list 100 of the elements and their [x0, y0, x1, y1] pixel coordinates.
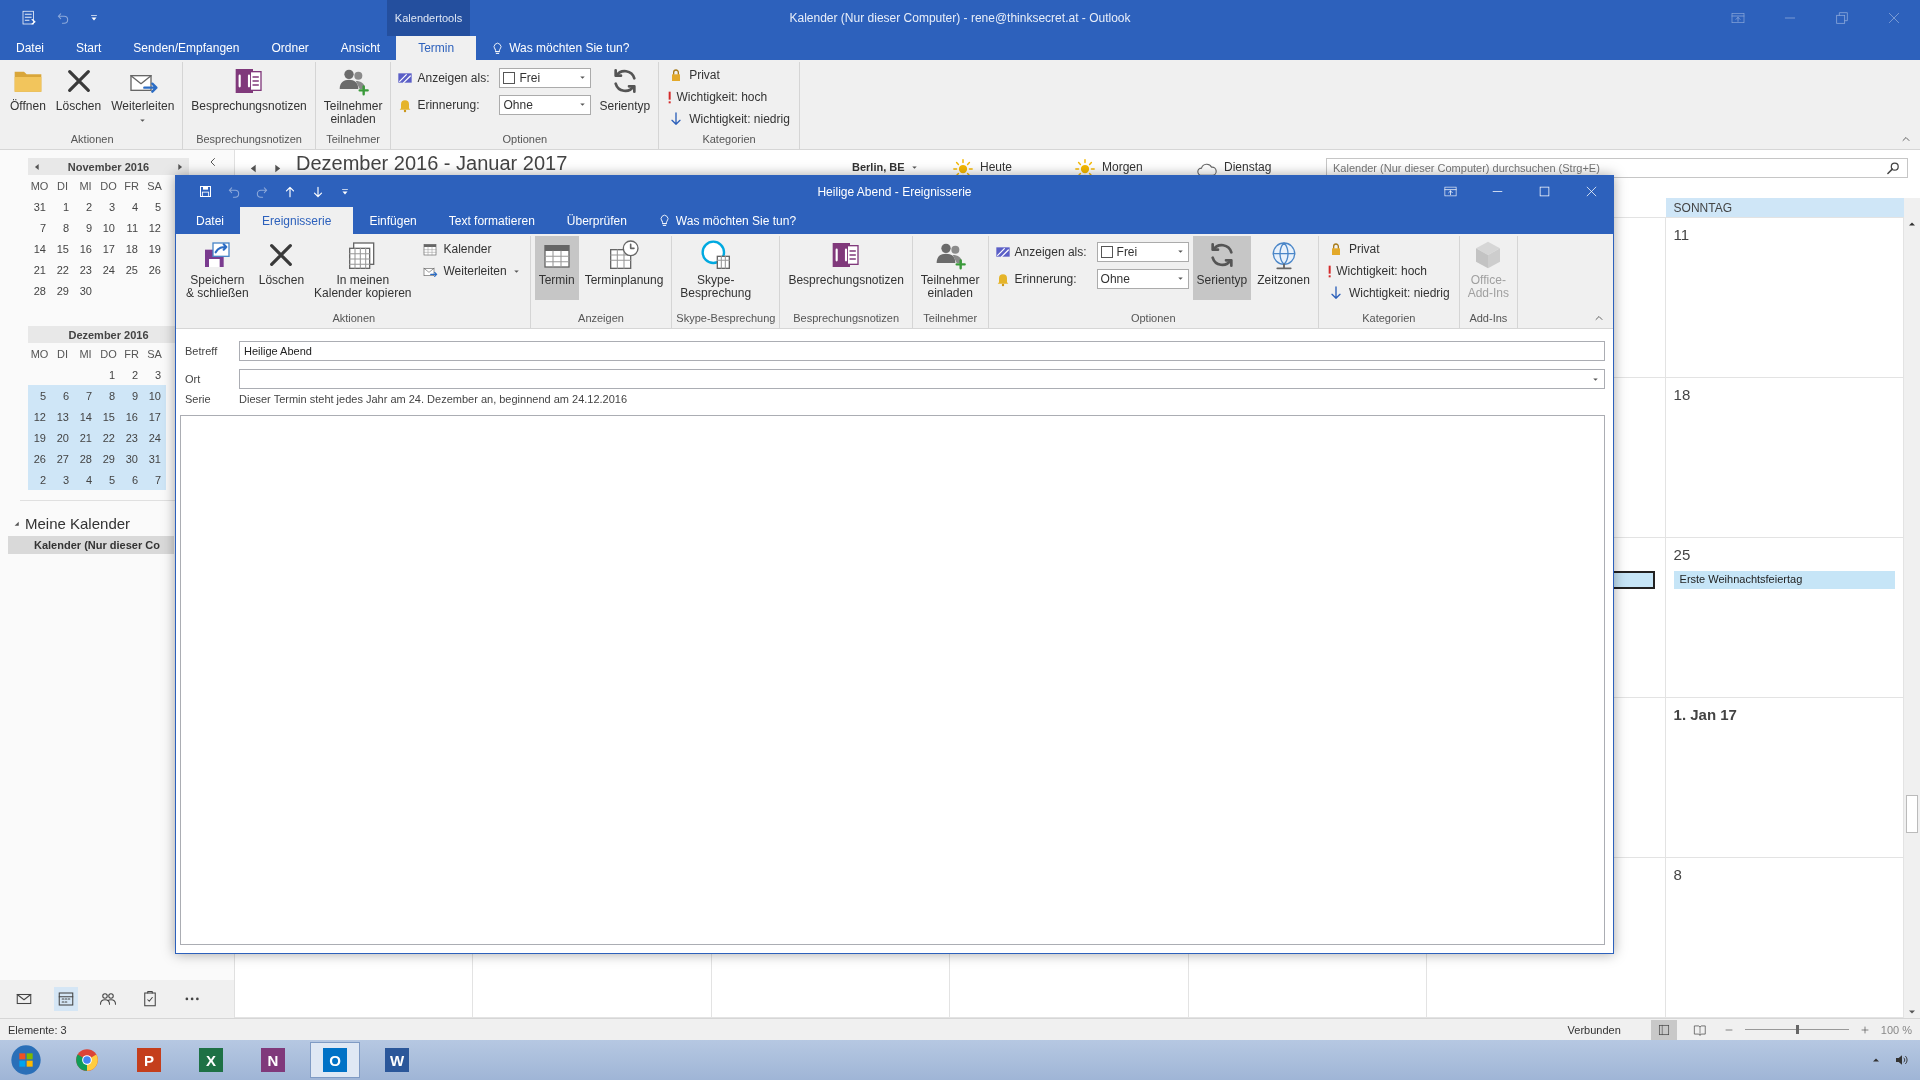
- day-number[interactable]: 19: [28, 431, 51, 444]
- day-number[interactable]: 20: [51, 431, 74, 444]
- day-number[interactable]: 4: [120, 200, 143, 213]
- week-row[interactable]: 19 20 21 22 23 24: [28, 427, 166, 448]
- redo-icon[interactable]: [255, 184, 269, 199]
- day-number[interactable]: 14: [28, 242, 51, 255]
- calendar-folder-item[interactable]: Kalender (Nur dieser Co: [8, 536, 174, 554]
- ribbon-button[interactable]: Weiterleiten: [107, 62, 179, 127]
- ribbon-tab[interactable]: Datei: [0, 36, 60, 60]
- ribbon-button[interactable]: Speichern & schließen: [182, 236, 253, 302]
- day-number[interactable]: 23: [120, 431, 143, 444]
- week-row[interactable]: 1 2 3: [28, 364, 166, 385]
- day-number[interactable]: 3: [143, 368, 166, 381]
- ribbon-button[interactable]: Terminplanung: [580, 236, 668, 300]
- day-number[interactable]: 29: [97, 452, 120, 465]
- ribbon-button[interactable]: Weiterleiten: [419, 261, 524, 281]
- taskbar-button[interactable]: W: [372, 1042, 422, 1078]
- taskbar-button[interactable]: P: [124, 1042, 174, 1078]
- day-number[interactable]: 10: [143, 389, 166, 402]
- day-number[interactable]: 1: [97, 368, 120, 381]
- search-field[interactable]: Kalender (Nur dieser Computer) durchsuchen (Strg+E): [1326, 158, 1908, 178]
- day-number[interactable]: 5: [97, 473, 120, 486]
- day-number[interactable]: 9: [74, 221, 97, 234]
- ribbon-button[interactable]: Serientyp: [1192, 236, 1252, 300]
- dropdown[interactable]: Ohne: [1096, 268, 1189, 289]
- ribbon-button[interactable]: Löschen: [254, 236, 309, 300]
- day-number[interactable]: 13: [51, 410, 74, 423]
- ribbon-button[interactable]: Serientyp: [595, 62, 655, 126]
- scroll-thumb[interactable]: [1906, 795, 1918, 833]
- ribbon-button[interactable]: Skype- Besprechung: [676, 236, 756, 302]
- ribbon-button[interactable]: Kalender: [419, 239, 524, 259]
- day-number[interactable]: 21: [28, 263, 51, 276]
- day-number[interactable]: 17: [97, 242, 120, 255]
- location-selector[interactable]: Berlin, BE: [852, 161, 952, 173]
- day-number[interactable]: 19: [143, 242, 166, 255]
- day-number[interactable]: 8: [97, 389, 120, 402]
- week-row[interactable]: 31 1 2 3 4 5: [28, 196, 166, 217]
- ribbon-button[interactable]: Besprechungsnotizen: [784, 236, 908, 300]
- day-number[interactable]: 10: [97, 221, 120, 234]
- week-row[interactable]: 21 22 23 24 25 26: [28, 259, 166, 280]
- day-number[interactable]: 2: [28, 473, 51, 486]
- ribbon-tab[interactable]: Text formatieren: [432, 207, 551, 234]
- event[interactable]: Erste Weihnachtsfeiertag: [1673, 571, 1895, 589]
- nav-button[interactable]: [54, 987, 78, 1011]
- save-icon[interactable]: [198, 184, 213, 199]
- undo-icon[interactable]: [227, 184, 241, 199]
- ribbon-button[interactable]: Privat: [665, 65, 793, 85]
- day-number[interactable]: 30: [120, 452, 143, 465]
- week-row[interactable]: 2 3 4 5 6 7: [28, 469, 166, 490]
- ribbon-tab[interactable]: Ereignisserie: [240, 207, 354, 234]
- day-number[interactable]: 1: [51, 200, 74, 213]
- scrollbar[interactable]: [1904, 198, 1920, 1018]
- day-number[interactable]: 31: [143, 452, 166, 465]
- view-button[interactable]: [1650, 1019, 1677, 1040]
- day-number[interactable]: 25: [120, 263, 143, 276]
- ribbon-tab[interactable]: Einfügen: [353, 207, 433, 234]
- week-row[interactable]: 7 8 9 10 11 12: [28, 217, 166, 238]
- ribbon-button[interactable]: Teilnehmer einladen: [916, 236, 984, 302]
- slider-thumb[interactable]: [1795, 1025, 1799, 1034]
- week-row[interactable]: 5 6 7 8 9 10: [28, 385, 166, 406]
- ribbon-button[interactable]: Löschen: [51, 62, 106, 126]
- day-number[interactable]: 18: [120, 242, 143, 255]
- day-number[interactable]: 16: [74, 242, 97, 255]
- ribbon-tab[interactable]: Termin: [396, 36, 477, 60]
- ribbon-button[interactable]: Termin: [534, 236, 579, 300]
- day-number[interactable]: 15: [51, 242, 74, 255]
- dropdown[interactable]: Ohne: [499, 94, 592, 115]
- close-icon[interactable]: [1584, 184, 1599, 199]
- day-number[interactable]: 16: [120, 410, 143, 423]
- day-number[interactable]: 22: [51, 263, 74, 276]
- tell-me-button[interactable]: Was möchten Sie tun?: [476, 36, 644, 60]
- day-number[interactable]: 17: [143, 410, 166, 423]
- text-field[interactable]: [239, 369, 1605, 389]
- arrow-up-icon[interactable]: [283, 184, 297, 199]
- ribbon-button[interactable]: Öffnen: [6, 62, 50, 126]
- dropdown[interactable]: Frei: [499, 67, 592, 88]
- day-number[interactable]: 27: [51, 452, 74, 465]
- tell-me-button[interactable]: Was möchten Sie tun?: [642, 207, 811, 234]
- ribbon-tab[interactable]: Ansicht: [324, 36, 397, 60]
- ribbon-button[interactable]: Teilnehmer einladen: [319, 62, 387, 128]
- week-row[interactable]: 14 15 16 17 18 19: [28, 238, 166, 259]
- day-number[interactable]: 22: [97, 431, 120, 444]
- day-number[interactable]: 3: [97, 200, 120, 213]
- day-number[interactable]: 12: [28, 410, 51, 423]
- day-number[interactable]: 26: [143, 263, 166, 276]
- ribbon-button[interactable]: Besprechungsnotizen: [187, 62, 311, 126]
- day-number[interactable]: 7: [74, 389, 97, 402]
- day-number[interactable]: 15: [97, 410, 120, 423]
- day-number[interactable]: 4: [74, 473, 97, 486]
- day-number[interactable]: 30: [74, 284, 97, 297]
- expand-arrow-icon[interactable]: [12, 519, 21, 528]
- ribbon-button[interactable]: In meinen Kalender kopieren: [310, 236, 416, 302]
- day-number[interactable]: 12: [143, 221, 166, 234]
- ribbon-button[interactable]: Wichtigkeit: hoch: [1324, 261, 1453, 281]
- folder-group-title[interactable]: Meine Kalender: [25, 515, 131, 532]
- day-number[interactable]: 28: [74, 452, 97, 465]
- day-number[interactable]: 21: [74, 431, 97, 444]
- send-receive-icon[interactable]: [20, 9, 38, 27]
- day-number[interactable]: 5: [143, 200, 166, 213]
- day-number[interactable]: 2: [74, 200, 97, 213]
